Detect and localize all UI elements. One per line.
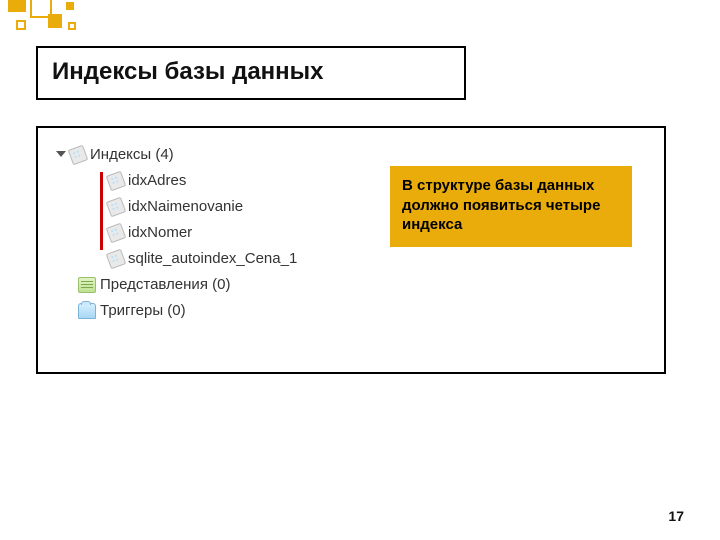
expand-arrow-icon [56, 151, 66, 157]
tree-item[interactable]: idxNomer [56, 220, 297, 246]
tree-node-views[interactable]: Представления (0) [56, 272, 297, 298]
tree-item[interactable]: sqlite_autoindex_Cena_1 [56, 246, 297, 272]
index-icon [106, 197, 127, 218]
index-icon [106, 171, 127, 192]
db-structure-panel: Индексы (4) idxAdres idxNaimenovanie idx… [36, 126, 666, 374]
indexes-group-icon [68, 145, 89, 166]
index-icon [106, 249, 127, 270]
annotation-callout: В структуре базы данных должно появиться… [390, 166, 632, 247]
index-label: sqlite_autoindex_Cena_1 [128, 247, 297, 272]
slide-title-box: Индексы базы данных [36, 46, 466, 100]
db-tree: Индексы (4) idxAdres idxNaimenovanie idx… [56, 142, 297, 324]
index-label: idxAdres [128, 169, 186, 194]
index-label: idxNomer [128, 221, 192, 246]
triggers-label: Триггеры (0) [100, 299, 186, 324]
slide-title: Индексы базы данных [52, 58, 450, 86]
highlight-bar [100, 172, 103, 250]
views-label: Представления (0) [100, 273, 230, 298]
tree-node-triggers[interactable]: Триггеры (0) [56, 298, 297, 324]
triggers-icon [78, 303, 96, 319]
index-icon [106, 223, 127, 244]
index-label: idxNaimenovanie [128, 195, 243, 220]
tree-item[interactable]: idxAdres [56, 168, 297, 194]
annotation-text: В структуре базы данных должно появиться… [402, 177, 600, 233]
indexes-group-label: Индексы (4) [90, 143, 174, 168]
views-icon [78, 277, 96, 293]
tree-item[interactable]: idxNaimenovanie [56, 194, 297, 220]
page-number: 17 [668, 508, 684, 524]
tree-node-indexes[interactable]: Индексы (4) [56, 142, 297, 168]
